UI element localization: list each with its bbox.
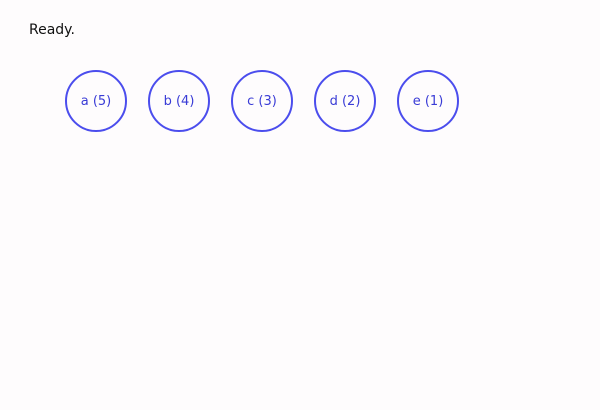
status-text: Ready. [29, 22, 75, 38]
page: Ready. a (5) b (4) c (3) d (2) e (1) [0, 0, 600, 410]
node-label: a (5) [80, 93, 112, 109]
node-b[interactable]: b (4) [148, 70, 210, 132]
node-row: a (5) b (4) c (3) d (2) e (1) [65, 70, 459, 132]
node-e[interactable]: e (1) [397, 70, 459, 132]
node-label: b (4) [163, 93, 195, 109]
node-label: c (3) [247, 93, 277, 109]
node-c[interactable]: c (3) [231, 70, 293, 132]
node-label: d (2) [329, 93, 361, 109]
node-a[interactable]: a (5) [65, 70, 127, 132]
node-label: e (1) [412, 93, 444, 109]
node-d[interactable]: d (2) [314, 70, 376, 132]
